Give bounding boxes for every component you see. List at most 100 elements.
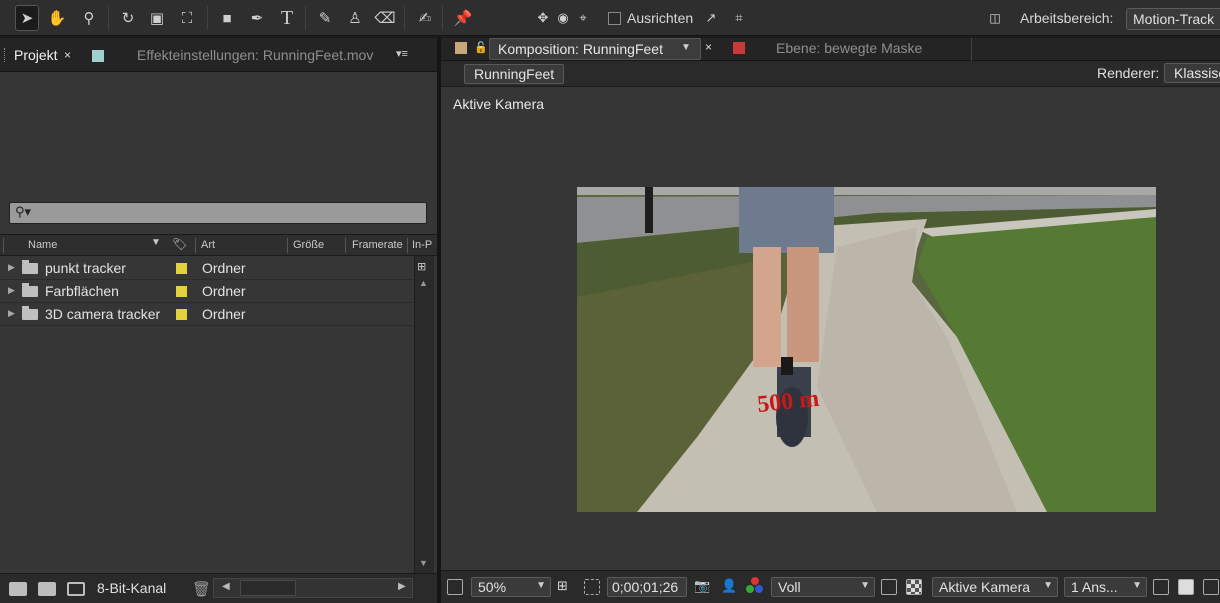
scroll-right-icon[interactable]: ▶: [398, 581, 406, 592]
pan-behind-tool-icon[interactable]: ⛶: [175, 5, 199, 31]
interpret-footage-icon[interactable]: [9, 582, 27, 596]
tab-effect-controls[interactable]: Effekteinstellungen: RunningFeet.mov: [137, 47, 373, 63]
tab-layer[interactable]: Ebene: bewegte Maske: [776, 40, 922, 56]
grid-guides-icon[interactable]: ⊞: [557, 578, 568, 594]
fast-previews-icon[interactable]: [881, 579, 897, 595]
workspace-switch-icon[interactable]: ◫: [982, 5, 1008, 31]
camera-view-select[interactable]: Aktive Kamera ▼: [932, 577, 1058, 597]
horizontal-scrollbar[interactable]: ◀ ▶: [213, 578, 413, 598]
puppet-pin-tool-icon[interactable]: 📌: [451, 5, 475, 31]
comp-color-swatch: [455, 42, 467, 54]
column-type[interactable]: Art: [201, 239, 215, 251]
renderer-label: Renderer:: [1097, 65, 1160, 81]
channel-rgb-icon[interactable]: [746, 577, 764, 595]
item-type: Ordner: [202, 306, 246, 322]
snapping-checkbox[interactable]: [608, 12, 621, 25]
view-axis-icon[interactable]: ⌖: [571, 5, 595, 31]
panel-menu-icon[interactable]: ▾≡: [396, 47, 416, 61]
tab-dropdown-chevron-down-icon[interactable]: ▼: [681, 42, 691, 53]
list-item[interactable]: ▶ punkt tracker Ordner: [0, 257, 413, 280]
timecode-field[interactable]: 0;00;01;26: [607, 577, 687, 597]
rectangle-tool-icon[interactable]: ■: [215, 5, 239, 31]
column-name[interactable]: Name: [28, 239, 57, 251]
column-in-point[interactable]: In-P: [412, 239, 432, 251]
label-color-chip[interactable]: [176, 263, 187, 274]
effects-color-swatch: [92, 50, 104, 62]
view-layout-chevron-down-icon: ▼: [1132, 580, 1142, 591]
column-size[interactable]: Größe: [293, 239, 324, 251]
rotate-tool-icon[interactable]: ↻: [116, 5, 140, 31]
snapshot-camera-icon[interactable]: 📷: [694, 578, 710, 594]
label-color-chip[interactable]: [176, 286, 187, 297]
eraser-tool-icon[interactable]: ⌫: [373, 5, 397, 31]
lock-icon[interactable]: 🔓: [474, 41, 488, 54]
hand-tool-icon[interactable]: ✋: [45, 5, 69, 31]
always-preview-icon[interactable]: [447, 579, 463, 595]
composition-panel: 🔓 Komposition: RunningFeet ▼ × Ebene: be…: [441, 38, 1220, 603]
vertical-scrollbar[interactable]: ⊞ ▲ ▼: [414, 256, 434, 573]
composition-tabbar: 🔓 Komposition: RunningFeet ▼ × Ebene: be…: [441, 38, 1220, 61]
new-composition-icon[interactable]: [67, 582, 85, 596]
brush-tool-icon[interactable]: ✎: [313, 5, 337, 31]
sort-chevron-down-icon[interactable]: ▼: [151, 237, 161, 248]
drag-grip-icon[interactable]: [4, 48, 7, 62]
composition-viewer[interactable]: Aktive Kamera 500 m: [441, 87, 1220, 570]
list-item[interactable]: ▶ Farbflächen Ordner: [0, 280, 413, 303]
region-of-interest-icon[interactable]: [584, 579, 600, 595]
expand-triangle-icon[interactable]: ▶: [8, 308, 15, 319]
new-folder-icon[interactable]: [38, 582, 56, 596]
search-icon[interactable]: ⚲▾: [15, 204, 31, 220]
timeline-icon[interactable]: [1203, 579, 1219, 595]
clone-stamp-tool-icon[interactable]: ♙: [343, 5, 367, 31]
zoom-tool-icon[interactable]: ⚲: [77, 5, 101, 31]
roto-brush-tool-icon[interactable]: ✍: [413, 5, 437, 31]
text-tool-icon[interactable]: T: [275, 5, 299, 31]
fast-preview-lightning-icon[interactable]: [1178, 579, 1194, 595]
selection-tool-icon[interactable]: ➤: [15, 5, 39, 31]
tools-toolbar: ➤ ✋ ⚲ ↻ ▣ ⛶ ■ ✒ T ✎ ♙ ⌫ ✍ 📌 ✥ ◉ ⌖ Ausric…: [0, 0, 1220, 36]
pen-tool-icon[interactable]: ✒: [245, 5, 269, 31]
scroll-down-icon[interactable]: ▼: [419, 558, 428, 568]
tab-composition[interactable]: Komposition: RunningFeet ▼: [489, 38, 701, 60]
renderer-select[interactable]: Klassisc: [1164, 63, 1220, 83]
tab-separator: [971, 38, 972, 61]
list-item[interactable]: ▶ 3D camera tracker Ordner: [0, 303, 413, 326]
folder-icon: [22, 306, 38, 320]
scroll-up-icon[interactable]: ▲: [419, 278, 428, 288]
resolution-select[interactable]: Voll ▼: [771, 577, 875, 597]
footage-frame[interactable]: 500 m: [577, 187, 1156, 512]
project-panel: Projekt × Effekteinstellungen: RunningFe…: [0, 38, 437, 603]
workspace-select[interactable]: Motion-Track: [1126, 8, 1220, 30]
snap-arrow-icon[interactable]: ↗: [699, 5, 723, 31]
composition-tab-label: Komposition: RunningFeet: [498, 41, 663, 57]
label-tag-icon[interactable]: 🏷: [172, 237, 187, 251]
trash-icon[interactable]: 🗑: [192, 580, 211, 598]
camera-tool-icon[interactable]: ▣: [145, 5, 169, 31]
expand-triangle-icon[interactable]: ▶: [8, 285, 15, 296]
column-framerate[interactable]: Framerate: [352, 239, 403, 251]
tab-project[interactable]: Projekt: [14, 47, 58, 63]
toggle-pixel-aspect-icon[interactable]: [1153, 579, 1169, 595]
item-name: 3D camera tracker: [45, 306, 161, 322]
active-camera-label: Aktive Kamera: [453, 96, 545, 112]
scroll-left-icon[interactable]: ◀: [222, 581, 230, 592]
close-icon[interactable]: ×: [64, 48, 71, 62]
composition-breadcrumb[interactable]: RunningFeet: [464, 64, 565, 84]
snapping-label: Ausrichten: [627, 10, 694, 26]
scroll-thumb[interactable]: [240, 580, 296, 596]
close-icon[interactable]: ×: [705, 40, 712, 54]
expand-triangle-icon[interactable]: ▶: [8, 262, 15, 273]
folder-icon: [22, 283, 38, 297]
column-header-bar: Name ▼ 🏷 Art Größe Framerate In-P: [0, 234, 437, 256]
magnification-select[interactable]: 50% ▼: [471, 577, 551, 597]
composition-navigator-bar: RunningFeet Renderer: Klassisc: [441, 61, 1220, 87]
view-layout-select[interactable]: 1 Ans... ▼: [1064, 577, 1147, 597]
transparency-grid-icon[interactable]: [906, 579, 922, 595]
snap-target-icon[interactable]: ⌗: [727, 5, 751, 31]
flowchart-icon[interactable]: ⊞: [417, 260, 426, 273]
bit-depth-toggle[interactable]: 8-Bit-Kanal: [97, 580, 166, 596]
show-snapshot-icon[interactable]: 👤: [721, 578, 737, 594]
label-color-chip[interactable]: [176, 309, 187, 320]
search-input[interactable]: ⚲▾: [9, 202, 427, 224]
project-bottom-bar: 8-Bit-Kanal 🗑 ◀ ▶: [0, 573, 437, 603]
